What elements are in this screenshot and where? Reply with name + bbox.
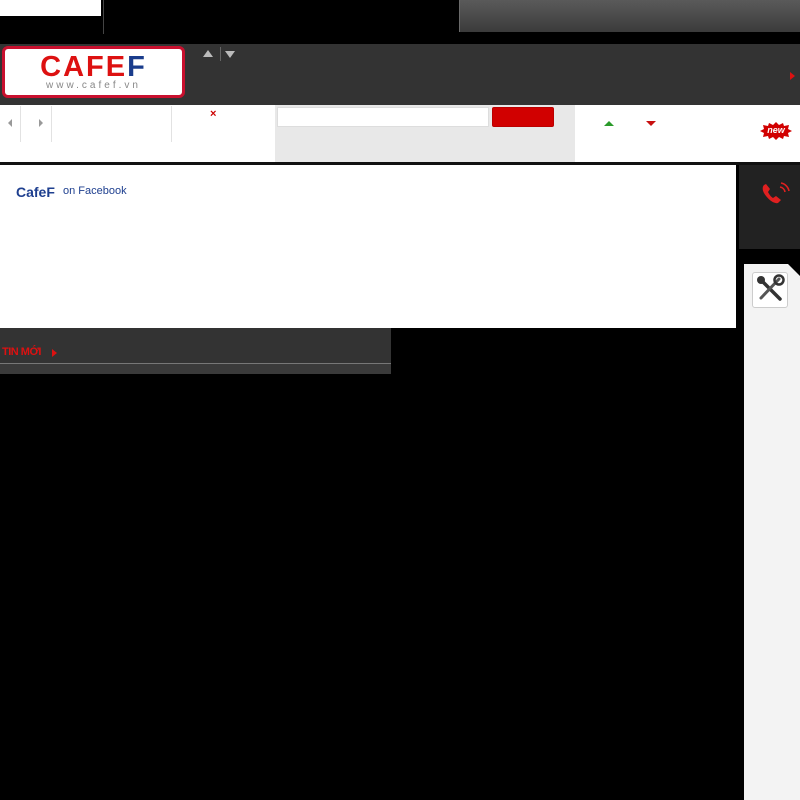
logo-url: www.cafef.vn bbox=[46, 80, 141, 91]
next-icon[interactable] bbox=[39, 119, 43, 127]
top-divider bbox=[103, 0, 104, 34]
facebook-brand[interactable]: CafeF bbox=[16, 184, 55, 200]
news-arrow-icon[interactable] bbox=[52, 349, 57, 357]
index-up-icon bbox=[604, 121, 614, 126]
search-input[interactable] bbox=[277, 107, 489, 127]
tools-rail-corner bbox=[788, 264, 800, 276]
facebook-suffix[interactable]: on Facebook bbox=[63, 185, 127, 197]
toolbar-divider bbox=[51, 106, 52, 142]
new-badge-label: new bbox=[767, 125, 785, 135]
logo-text: CAFEF bbox=[40, 51, 147, 83]
news-strip bbox=[0, 364, 391, 374]
toolbar-divider bbox=[20, 106, 21, 142]
tools-icon bbox=[757, 274, 785, 301]
tools-button[interactable] bbox=[752, 272, 788, 308]
news-title[interactable]: TIN MỚI bbox=[2, 346, 41, 359]
phone-icon[interactable] bbox=[760, 181, 790, 207]
search-button[interactable] bbox=[492, 107, 554, 127]
top-right-bar bbox=[459, 0, 800, 32]
index-down-icon bbox=[646, 121, 656, 126]
arrow-down-icon[interactable] bbox=[225, 51, 235, 58]
arrow-up-icon[interactable] bbox=[203, 50, 213, 57]
prev-icon[interactable] bbox=[8, 119, 12, 127]
top-left-tab[interactable] bbox=[0, 0, 101, 16]
toolbar-divider bbox=[171, 106, 172, 142]
cafef-logo[interactable]: CAFEF www.cafef.vn bbox=[2, 46, 185, 98]
tools-rail bbox=[744, 264, 800, 800]
close-icon[interactable]: × bbox=[210, 108, 216, 120]
news-bar bbox=[0, 328, 391, 363]
arrow-divider bbox=[220, 47, 221, 61]
header-next-icon[interactable] bbox=[790, 72, 795, 80]
new-badge-icon[interactable]: new bbox=[760, 122, 792, 140]
